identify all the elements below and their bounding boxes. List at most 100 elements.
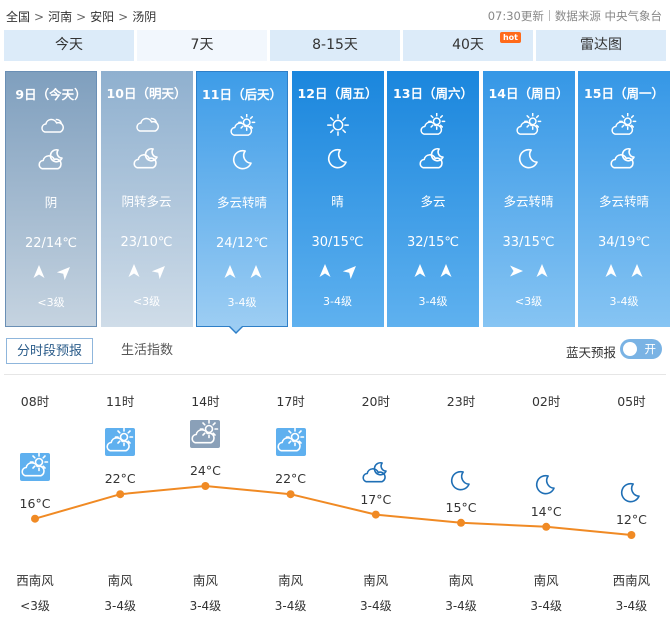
day-card[interactable]: 15日（周一） 多云转晴 34/19℃ 3-4级	[578, 71, 670, 327]
hour-wind-level: 3-4级	[615, 599, 648, 613]
temperature-point	[542, 522, 551, 531]
hour-time: 08时	[20, 394, 50, 409]
hour-wind: 南风	[533, 573, 559, 588]
top-bar: 全国 > 河南 > 安阳 > 汤阴 07:30更新 数据来源 中央气象台	[0, 0, 670, 30]
hour-temperature: 17°C	[360, 491, 392, 507]
wind-level: 3-4级	[609, 295, 639, 308]
sun-icon	[323, 113, 353, 139]
tab-8-15-day[interactable]: 8-15天	[270, 30, 400, 61]
blue-sky-label: 蓝天预报	[565, 345, 616, 360]
tab-label: 今天	[55, 37, 83, 53]
day-weather: 多云	[420, 194, 446, 209]
wind-direction-icon	[629, 263, 645, 279]
wind-level: 3-4级	[323, 295, 352, 308]
breadcrumb-item-province[interactable]: 河南	[48, 10, 72, 24]
hour-wind-level: 3-4级	[445, 599, 477, 613]
blue-sky-toggle[interactable]: 开	[620, 339, 662, 359]
breadcrumb-item-county: 汤阴	[132, 10, 157, 24]
hour-time: 11时	[105, 394, 135, 409]
day-temperature: 32/15℃	[406, 235, 460, 250]
hour-temperature: 22°C	[104, 471, 136, 487]
update-time: 07:30更新	[487, 9, 544, 23]
partly-cloudy-night-icon	[132, 145, 162, 173]
breadcrumb-separator: >	[34, 10, 45, 24]
wind-direction-icon	[603, 263, 619, 279]
day-date: 15日（周一）	[584, 86, 664, 101]
day-temperature: 23/10℃	[120, 235, 173, 250]
selected-day-pointer-inner	[230, 326, 242, 332]
temperature-point	[457, 518, 465, 527]
hour-wind: 南风	[107, 573, 133, 588]
wind-direction-icon	[151, 263, 168, 280]
cloudy-icon	[37, 114, 67, 140]
detail-subtabs: 分时段预报 生活指数 蓝天预报 开	[4, 338, 666, 366]
day-card[interactable]: 11日（后天） 多云转晴 24/12℃ 3-4级	[196, 71, 288, 327]
temperature-point	[201, 482, 210, 490]
day-weather: 晴	[331, 194, 344, 209]
tab-radar[interactable]: 雷达图	[536, 30, 666, 61]
hour-wind-level: <3级	[20, 599, 50, 613]
hour-wind: 南风	[363, 573, 389, 588]
hour-time: 02时	[531, 394, 561, 409]
toggle-knob	[623, 342, 637, 356]
tab-label: 7天	[190, 37, 214, 53]
hour-wind: 南风	[278, 573, 304, 588]
seven-day-forecast: 9日（今天） 阴 22/14℃ <3级 10日（明天） 阴转多云 23/10℃ <3级 11日（…	[5, 71, 670, 327]
day-temperature: 24/12℃	[215, 236, 269, 251]
partly-cloudy-day-icon	[609, 112, 639, 139]
partly-cloudy-day-icon	[514, 112, 544, 139]
wind-directions	[197, 264, 287, 282]
hour-time: 05时	[617, 394, 646, 409]
day-card[interactable]: 13日（周六） 多云 32/15℃ 3-4级	[387, 71, 479, 327]
wind-level: <3级	[514, 295, 543, 308]
day-card[interactable]: 10日（明天） 阴转多云 23/10℃ <3级	[100, 71, 193, 327]
day-card[interactable]: 14日（周日） 多云转晴 33/15℃ <3级	[482, 71, 575, 327]
wind-directions	[6, 264, 96, 282]
moon-icon	[514, 145, 544, 173]
wind-directions	[101, 263, 193, 281]
breadcrumb-separator: >	[76, 10, 87, 24]
wind-level: 3-4级	[227, 296, 257, 309]
tab-hourly-forecast[interactable]: 分时段预报	[6, 338, 94, 364]
moon-icon	[323, 145, 353, 173]
wind-direction-icon	[438, 263, 454, 279]
cloudy-icon	[132, 113, 162, 139]
divider	[548, 10, 550, 21]
wind-directions	[387, 263, 479, 281]
update-meta: 07:30更新 数据来源 中央气象台	[488, 8, 662, 24]
day-weather: 阴	[44, 195, 58, 210]
wind-directions	[483, 263, 575, 281]
day-date: 13日（周六）	[393, 86, 473, 101]
tab-label: 雷达图	[580, 37, 622, 53]
partly-cloudy-night-icon	[609, 145, 639, 173]
wind-direction-icon	[222, 264, 238, 280]
hour-wind: 南风	[192, 573, 218, 588]
day-temperature: 30/15℃	[311, 235, 364, 250]
breadcrumb-item-country[interactable]: 全国	[6, 10, 30, 24]
hour-temperature: 22°C	[275, 471, 307, 487]
tab-40-day[interactable]: 40天 hot	[403, 30, 533, 61]
hour-temperature: 24°C	[189, 463, 221, 478]
hour-wind-level: 3-4级	[189, 599, 222, 613]
day-card[interactable]: 9日（今天） 阴 22/14℃ <3级	[5, 71, 97, 327]
day-card[interactable]: 12日（周五） 晴 30/15℃ 3-4级	[291, 71, 384, 327]
day-temperature: 34/19℃	[597, 235, 651, 250]
wind-direction-icon	[317, 263, 333, 279]
partly-cloudy-day-icon	[228, 113, 258, 140]
breadcrumb-item-city[interactable]: 安阳	[90, 10, 114, 24]
wind-direction-icon	[248, 264, 264, 280]
tab-today[interactable]: 今天	[4, 30, 134, 61]
partly-cloudy-day-icon	[418, 112, 448, 139]
day-weather: 多云转晴	[216, 195, 267, 210]
wind-level: 3-4级	[418, 295, 448, 308]
wind-level: <3级	[37, 296, 65, 309]
temperature-point	[627, 531, 636, 539]
day-temperature: 22/14℃	[24, 236, 78, 251]
wind-level: <3级	[132, 295, 161, 308]
tab-life-index[interactable]: 生活指数	[111, 338, 183, 364]
hour-wind: 西南风	[16, 573, 54, 588]
moon-icon	[616, 479, 646, 507]
toggle-state: 开	[644, 342, 657, 356]
tab-7-day[interactable]: 7天	[137, 30, 267, 61]
hot-badge: hot	[499, 32, 521, 43]
